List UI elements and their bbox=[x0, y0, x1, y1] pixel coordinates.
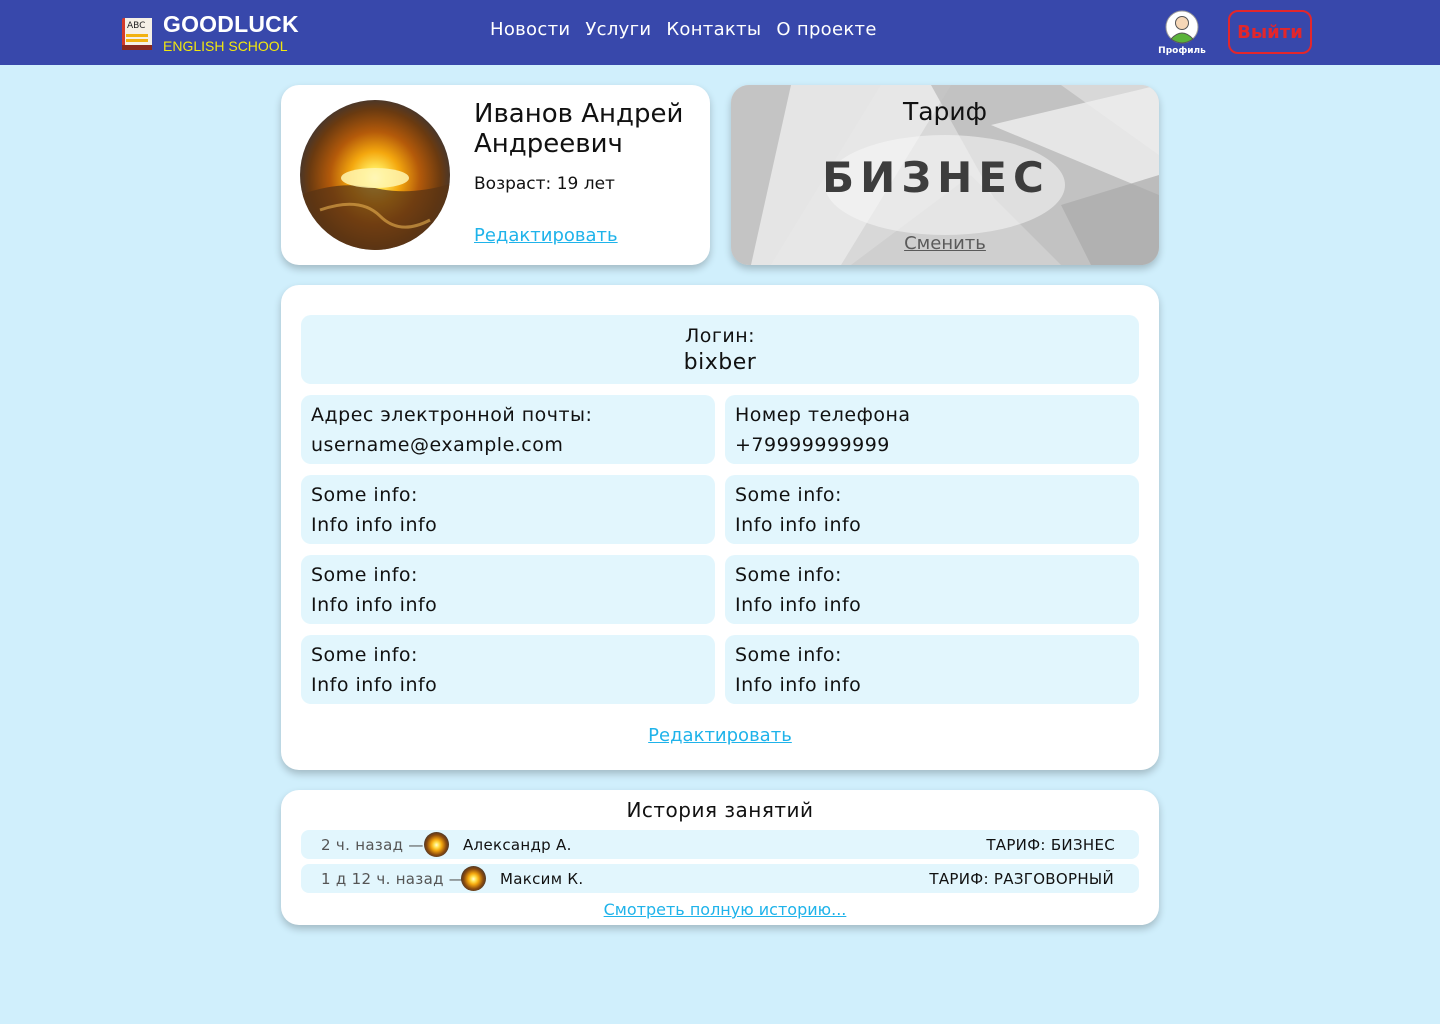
user-age: Возраст: 19 лет bbox=[474, 174, 615, 194]
history-time: 1 д 12 ч. назад — bbox=[321, 870, 465, 888]
info-field: Some info: Info info info bbox=[725, 635, 1139, 704]
profile-card: Иванов Андрей Андреевич Возраст: 19 лет … bbox=[281, 85, 710, 265]
logout-button[interactable]: Выйти bbox=[1228, 10, 1312, 54]
info-field: Some info: Info info info bbox=[301, 555, 715, 624]
user-avatar-icon bbox=[1165, 10, 1199, 44]
logo-subtitle: ENGLISH SCHOOL bbox=[163, 38, 288, 54]
main-nav: Новости Услуги Контакты О проекте bbox=[490, 19, 877, 40]
history-title: История занятий bbox=[626, 798, 814, 822]
history-tariff: ТАРИФ: БИЗНЕС bbox=[986, 836, 1115, 854]
profile-button[interactable]: Профиль bbox=[1156, 10, 1208, 56]
full-history-link[interactable]: Смотреть полную историю... bbox=[281, 900, 1169, 919]
svg-text:ABC: ABC bbox=[127, 21, 145, 31]
tariff-title: Тариф bbox=[902, 97, 988, 126]
book-icon: ABC bbox=[122, 18, 152, 50]
nav-services[interactable]: Услуги bbox=[585, 19, 651, 40]
teacher-avatar bbox=[461, 866, 486, 891]
info-field: Some info: Info info info bbox=[725, 555, 1139, 624]
teacher-name: Максим К. bbox=[500, 870, 584, 888]
lesson-history-card: История занятий 2 ч. назад — Александр А… bbox=[281, 790, 1159, 925]
history-row[interactable]: 1 д 12 ч. назад — Максим К. ТАРИФ: РАЗГО… bbox=[301, 864, 1139, 893]
tariff-card: Тариф БИЗНЕС Сменить bbox=[731, 85, 1159, 265]
login-label: Логин: bbox=[684, 325, 756, 347]
top-nav-bar: ABC GOODLUCK ENGLISH SCHOOL Новости Услу… bbox=[0, 0, 1440, 65]
edit-profile-link[interactable]: Редактировать bbox=[474, 225, 618, 246]
nav-contacts[interactable]: Контакты bbox=[666, 19, 761, 40]
tariff-name: БИЗНЕС bbox=[822, 153, 1050, 202]
change-tariff-link[interactable]: Сменить bbox=[731, 233, 1159, 254]
info-field: Some info: Info info info bbox=[725, 475, 1139, 544]
info-field: Some info: Info info info bbox=[301, 475, 715, 544]
user-full-name: Иванов Андрей Андреевич bbox=[474, 99, 684, 159]
profile-label: Профиль bbox=[1158, 46, 1206, 56]
history-time: 2 ч. назад — bbox=[321, 836, 424, 854]
teacher-avatar bbox=[424, 832, 449, 857]
login-tile: Логин: bixber bbox=[301, 315, 1139, 384]
logo-title: GOODLUCK bbox=[163, 11, 299, 37]
school-logo[interactable]: ABC GOODLUCK ENGLISH SCHOOL bbox=[119, 12, 299, 54]
nav-about[interactable]: О проекте bbox=[776, 19, 876, 40]
edit-info-link[interactable]: Редактировать bbox=[648, 725, 792, 746]
phone-field: Номер телефона +79999999999 bbox=[725, 395, 1139, 464]
info-field: Some info: Info info info bbox=[301, 635, 715, 704]
email-field: Адрес электронной почты: username@exampl… bbox=[301, 395, 715, 464]
teacher-name: Александр А. bbox=[463, 836, 572, 854]
login-value: bixber bbox=[683, 350, 757, 375]
user-avatar bbox=[300, 100, 450, 250]
account-info-card: Логин: bixber Адрес электронной почты: u… bbox=[281, 285, 1159, 770]
history-tariff: ТАРИФ: РАЗГОВОРНЫЙ bbox=[929, 870, 1114, 888]
history-row[interactable]: 2 ч. назад — Александр А. ТАРИФ: БИЗНЕС bbox=[301, 830, 1139, 859]
nav-news[interactable]: Новости bbox=[490, 19, 570, 40]
